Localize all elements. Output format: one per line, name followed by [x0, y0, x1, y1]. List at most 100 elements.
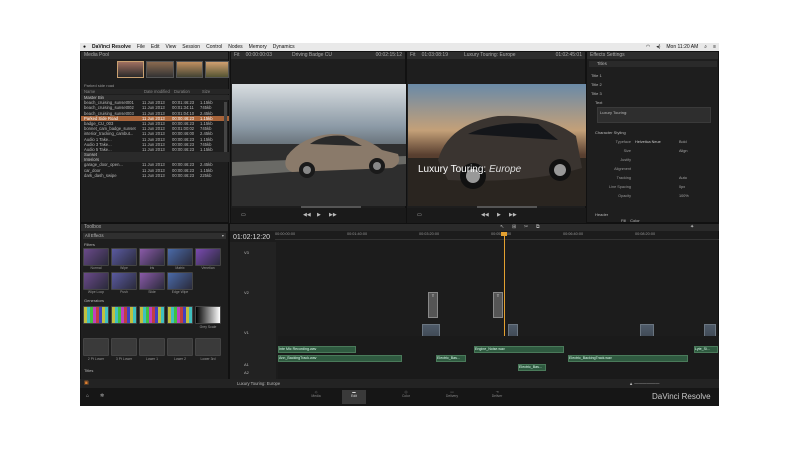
track-a2[interactable]: A2	[244, 370, 249, 375]
menu-view[interactable]: View	[166, 44, 177, 50]
col-name[interactable]: Name	[84, 89, 144, 94]
col-duration[interactable]: Duration	[174, 89, 202, 94]
title-item[interactable]: Title 3	[591, 89, 602, 98]
audio-clip[interactable]: Engine_Noise.wav	[474, 346, 564, 353]
timeline-scrubber[interactable]	[477, 206, 537, 208]
playhead-handle[interactable]	[501, 232, 507, 236]
generator-tile[interactable]	[167, 306, 193, 324]
menu-nodes[interactable]: Nodes	[228, 44, 242, 50]
generator-tile[interactable]	[139, 306, 165, 324]
next-frame-icon[interactable]: ▶▶	[509, 212, 517, 218]
tab-media[interactable]: ◇ Media	[304, 390, 328, 404]
style-param[interactable]: Size Align	[595, 147, 717, 156]
filter-tile[interactable]	[167, 272, 193, 290]
volume-icon[interactable]: ◂)	[656, 44, 660, 50]
next-frame-icon[interactable]: ▶▶	[329, 212, 337, 218]
timeline-video-frame[interactable]: Luxury Touring: Europe	[408, 84, 586, 206]
menu-session[interactable]: Session	[182, 44, 200, 50]
style-param[interactable]: Alignment	[595, 165, 717, 174]
col-size[interactable]: Size	[202, 89, 222, 94]
title-template-tile[interactable]	[167, 338, 193, 356]
audio-clip[interactable]: Electric_Bas...	[518, 364, 546, 371]
col-date[interactable]: Date modified	[144, 89, 174, 94]
prev-frame-icon[interactable]: ◀◀	[303, 212, 311, 218]
tab-deliver[interactable]: ⇥ Deliver	[485, 390, 509, 404]
play-icon[interactable]: ▶	[497, 212, 501, 218]
clip-thumbnail[interactable]	[146, 61, 174, 78]
track-v2[interactable]: V2	[244, 290, 249, 295]
style-param[interactable]: Opacity 100%	[595, 192, 717, 201]
character-styling-label[interactable]: Character Styling	[595, 130, 626, 135]
trim-tool-icon[interactable]: ⊞	[512, 224, 516, 230]
menu-file[interactable]: File	[137, 44, 145, 50]
play-icon[interactable]: ▶	[317, 212, 321, 218]
tab-edit[interactable]: ▬ Edit	[342, 390, 366, 404]
tab-color[interactable]: ◎ Color	[394, 390, 418, 404]
audio-clip[interactable]: Electric_Bas...	[436, 355, 466, 362]
audio-clip[interactable]: Ann_BackingTrack.wav	[278, 355, 402, 362]
filter-tile[interactable]	[83, 272, 109, 290]
wifi-icon[interactable]: ◠	[646, 44, 650, 50]
timeline-ruler[interactable]: 00:00:00:0000:01:40:0000:03:20:0000:05:0…	[275, 232, 719, 240]
menu-app[interactable]: DaVinci Resolve	[92, 44, 131, 50]
generator-tile[interactable]	[195, 306, 221, 324]
generator-tile[interactable]	[83, 306, 109, 324]
generator-tile[interactable]	[111, 306, 137, 324]
timeline-timecode[interactable]: 01:02:12:20	[233, 234, 270, 241]
timeline-name[interactable]: Luxury Touring: Europe	[464, 52, 516, 59]
home-icon[interactable]: ⌂	[86, 393, 89, 399]
menu-memory[interactable]: Memory	[249, 44, 267, 50]
track-v3[interactable]: V3	[244, 250, 249, 255]
style-param[interactable]: Tracking Auto	[595, 174, 717, 183]
title-template-tile[interactable]	[83, 338, 109, 356]
spotlight-icon[interactable]: ⌕	[704, 44, 707, 50]
source-scrubber[interactable]	[301, 206, 361, 208]
menu-edit[interactable]: Edit	[151, 44, 160, 50]
menu-control[interactable]: Control	[206, 44, 222, 50]
track-v1[interactable]: V1	[244, 330, 249, 335]
notifications-icon[interactable]: ≡	[713, 44, 716, 50]
title-item[interactable]: Title 2	[591, 80, 602, 89]
menu-dynamics[interactable]: Dynamics	[273, 44, 295, 50]
clip-thumbnail[interactable]	[117, 61, 145, 78]
filter-tile[interactable]	[139, 272, 165, 290]
audio-clip[interactable]: Inte Mic Recording.wav	[278, 346, 356, 353]
timeline-fit[interactable]: Fit	[410, 52, 416, 59]
header-section-label[interactable]: Header	[595, 212, 608, 217]
title-template-tile[interactable]	[139, 338, 165, 356]
select-tool-icon[interactable]: ↖	[500, 224, 504, 230]
track-a1[interactable]: A1	[244, 362, 249, 367]
mark-in-icon[interactable]: ▭	[241, 212, 246, 218]
title-item[interactable]: Title 1	[591, 71, 602, 80]
tab-delivery[interactable]: ▭ Delivery	[440, 390, 464, 404]
title-template-tile[interactable]	[111, 338, 137, 356]
title-clip[interactable]: T	[493, 292, 503, 318]
style-param[interactable]: Justify	[595, 156, 717, 165]
blade-tool-icon[interactable]: ✂	[524, 224, 528, 230]
audio-clip[interactable]: Lyte_Si...	[694, 346, 718, 353]
filter-tile[interactable]	[195, 248, 221, 266]
zoom-slider[interactable]: ▲ ——————	[629, 379, 659, 388]
snap-icon[interactable]: ⧉	[536, 224, 540, 230]
filter-tile[interactable]	[167, 248, 193, 266]
filter-tile[interactable]	[111, 272, 137, 290]
source-fit[interactable]: Fit	[234, 52, 240, 59]
effects-category-select[interactable]: All Effects ▾	[83, 233, 226, 239]
clip-thumbnail[interactable]	[175, 61, 204, 78]
settings-icon[interactable]: ✲	[100, 393, 104, 399]
filter-tile[interactable]	[139, 248, 165, 266]
text-input[interactable]: Luxury Touring:	[597, 107, 711, 123]
title-overlay[interactable]: Luxury Touring: Europe	[418, 164, 521, 175]
tab-titles[interactable]: Titles	[589, 61, 717, 67]
clock[interactable]: Mon 11:20 AM	[666, 44, 698, 50]
title-template-tile[interactable]	[195, 338, 221, 356]
clip-thumbnail[interactable]	[205, 61, 230, 78]
record-icon[interactable]: ▣	[84, 380, 89, 386]
media-pool-scrollbar[interactable]	[224, 102, 227, 152]
style-param[interactable]: Typeface Helvetica Neue Bold	[595, 138, 717, 147]
source-video-frame[interactable]	[232, 84, 406, 206]
title-clip[interactable]: T	[428, 292, 438, 318]
filter-tile[interactable]	[83, 248, 109, 266]
filter-tile[interactable]	[111, 248, 137, 266]
media-item[interactable]: dark_dash_swipe 11 Jun 2013 00:00:46:23 225…	[81, 173, 229, 178]
